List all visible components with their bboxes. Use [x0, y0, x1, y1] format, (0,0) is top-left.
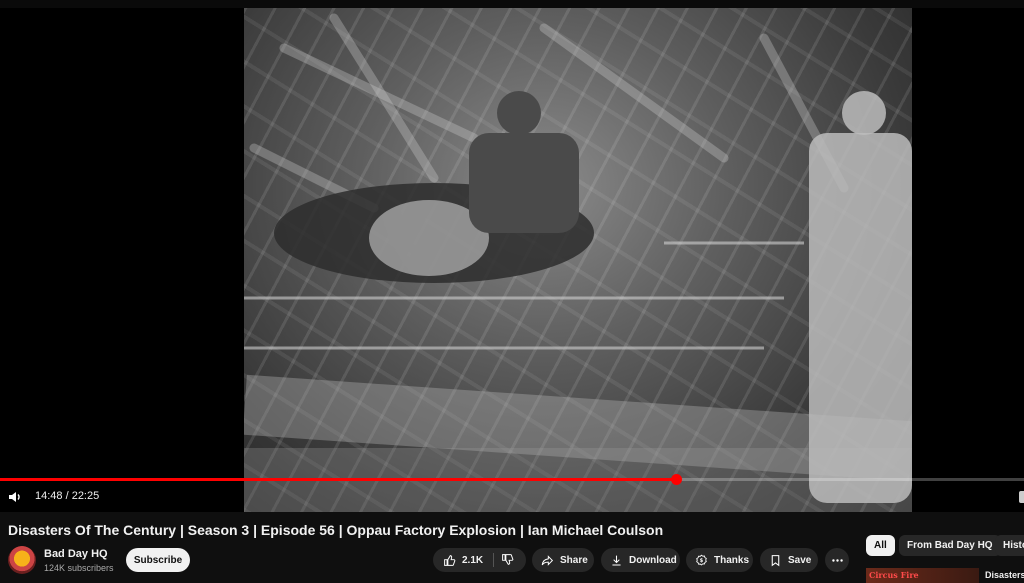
subscribe-button[interactable]: Subscribe — [126, 548, 190, 572]
like-count[interactable]: 2.1K — [462, 555, 483, 566]
share-button[interactable]: Share — [532, 548, 594, 572]
save-button[interactable]: Save — [760, 548, 818, 572]
save-label: Save — [788, 554, 812, 566]
recommended-thumbnail[interactable]: Circus Fire — [866, 568, 979, 583]
progress-bar[interactable] — [0, 474, 1024, 485]
more-horizontal-icon — [831, 558, 843, 562]
like-divider — [493, 553, 494, 567]
subscriber-count: 124K subscribers — [44, 563, 114, 573]
channel-name[interactable]: Bad Day HQ — [44, 548, 108, 560]
svg-text:$: $ — [700, 558, 704, 564]
download-icon — [612, 555, 621, 565]
thumbs-up-icon[interactable] — [443, 554, 456, 567]
channel-avatar[interactable] — [8, 546, 36, 574]
chip-all[interactable]: All — [866, 535, 895, 556]
like-dislike-group: 2.1K — [433, 548, 526, 572]
top-strip — [0, 0, 1024, 8]
thanks-button[interactable]: $ Thanks — [686, 548, 753, 572]
player-edge-control[interactable] — [1019, 491, 1024, 503]
thanks-label: Thanks — [714, 554, 750, 566]
more-actions-button[interactable] — [825, 548, 849, 572]
thanks-icon: $ — [696, 554, 707, 566]
chip-history[interactable]: Histo — [995, 535, 1024, 556]
video-title: Disasters Of The Century | Season 3 | Ep… — [8, 522, 664, 538]
time-display: 14:48 / 22:25 — [35, 490, 100, 502]
player-controls: 14:48 / 22:25 — [0, 484, 1024, 510]
share-icon — [541, 554, 554, 566]
progress-fill — [0, 478, 676, 481]
download-button[interactable]: Download — [601, 548, 680, 572]
thumbs-down-icon[interactable] — [501, 553, 514, 566]
recommended-title[interactable]: Disasters — [985, 570, 1024, 580]
video-player[interactable]: 14:48 / 22:25 — [0, 0, 1024, 512]
download-label: Download — [629, 554, 677, 566]
bookmark-icon — [771, 554, 780, 566]
chip-from-channel[interactable]: From Bad Day HQ — [899, 535, 1001, 556]
volume-icon[interactable] — [7, 489, 23, 505]
video-scene — [244, 13, 912, 512]
video-frame[interactable] — [244, 8, 912, 512]
share-label: Share — [560, 554, 588, 566]
thumbnail-text: Circus Fire — [869, 570, 919, 580]
